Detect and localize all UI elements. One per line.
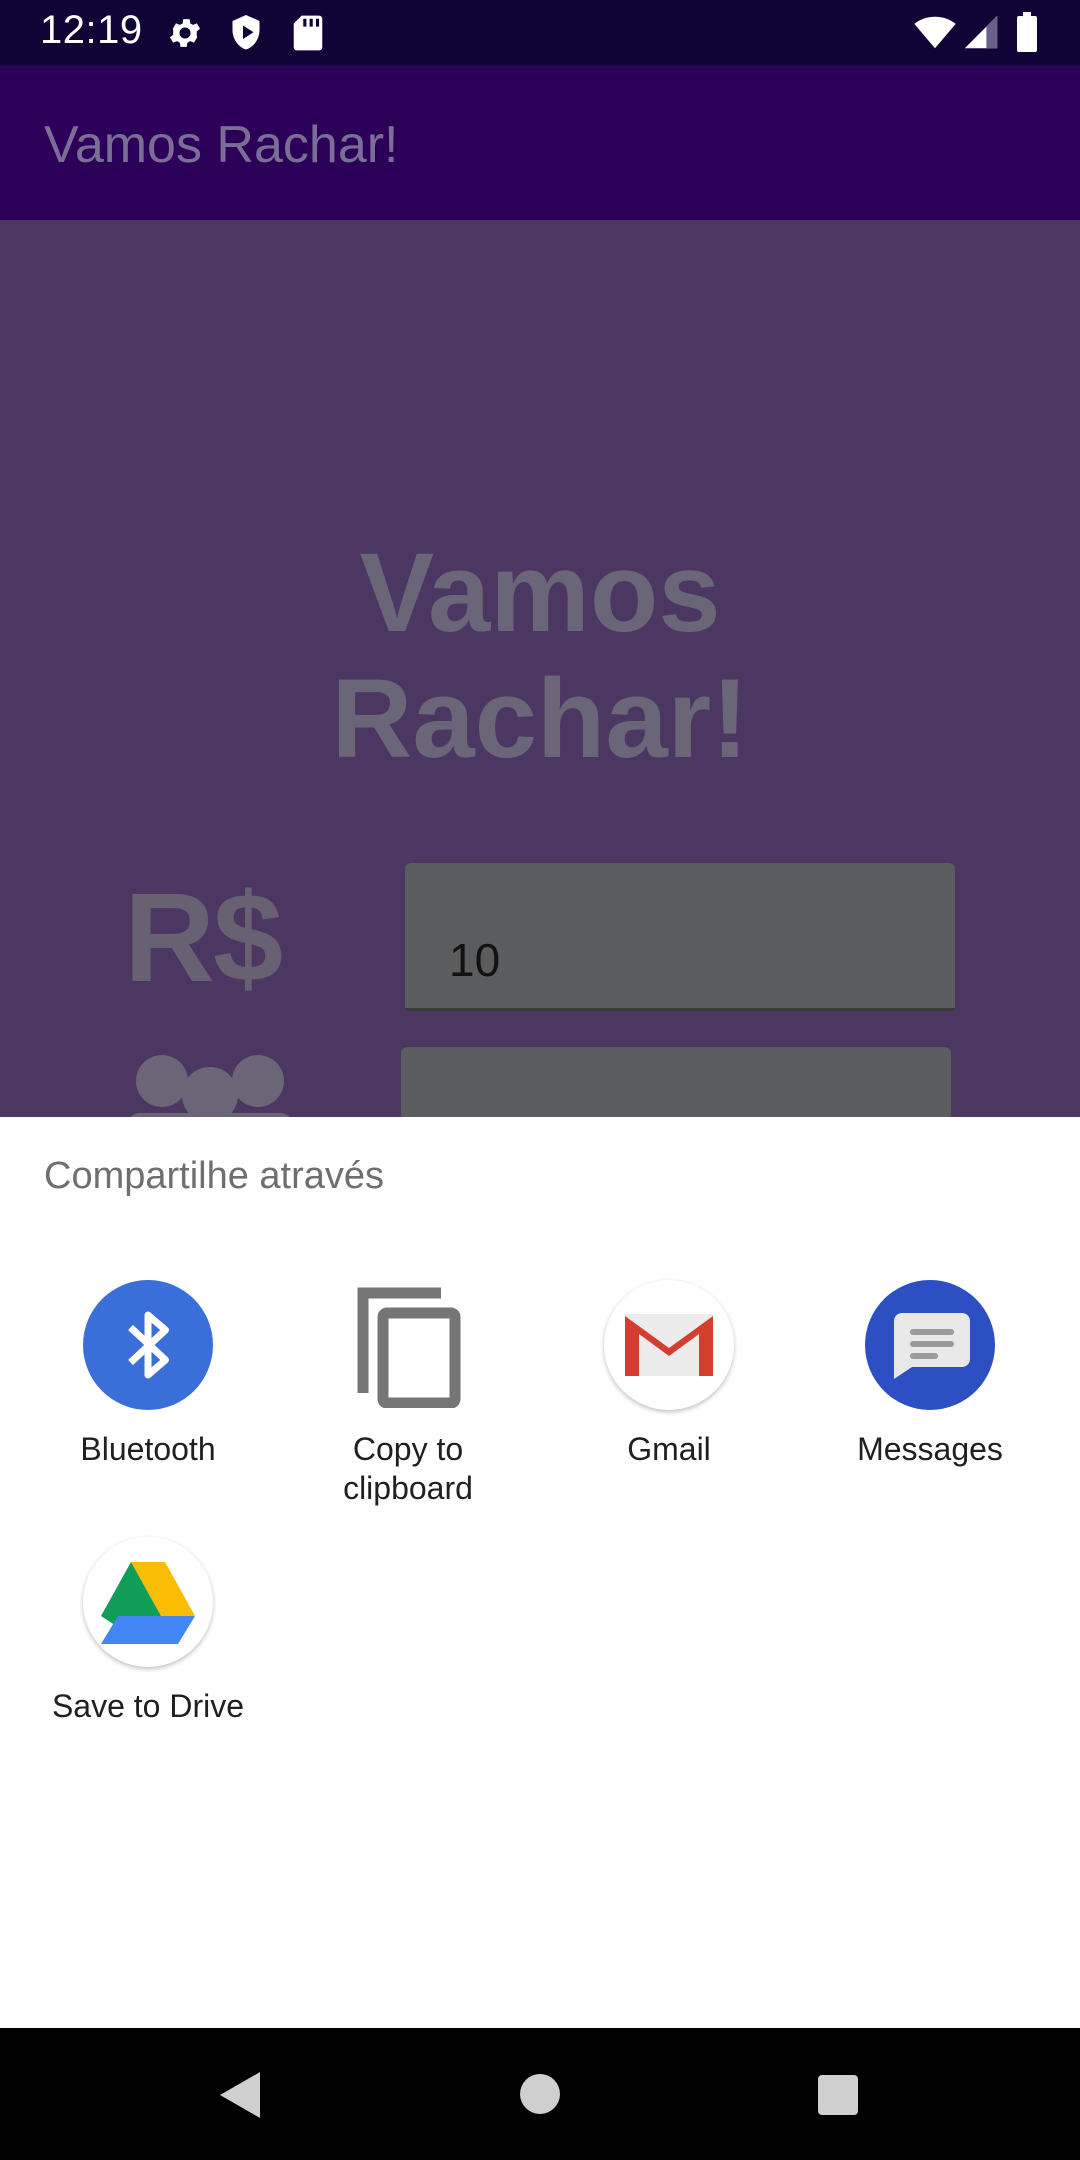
share-target-copy-to-clipboard[interactable]: Copy to clipboard [278, 1280, 538, 1508]
share-target-messages[interactable]: Messages [800, 1280, 1060, 1469]
share-target-label-line-1: Copy to [352, 1431, 464, 1467]
share-target-bluetooth[interactable]: Bluetooth [18, 1280, 278, 1469]
shield-play-icon [228, 13, 264, 58]
copy-icon [343, 1280, 473, 1410]
headline-line-2: Rachar! [331, 656, 749, 781]
people-icon [126, 1043, 294, 1117]
bluetooth-icon [83, 1280, 213, 1410]
share-target-label: Save to Drive [51, 1688, 245, 1724]
share-target-label: Gmail [627, 1431, 711, 1467]
recents-button[interactable] [816, 2073, 860, 2122]
wifi-icon [913, 14, 957, 55]
gmail-icon [604, 1280, 734, 1410]
people-input[interactable] [401, 1047, 951, 1117]
navigation-bar [0, 2028, 1080, 2160]
currency-label: R$ [124, 867, 283, 1008]
main-content: Vamos Rachar! R$ 10 [0, 220, 1080, 1117]
status-time: 12:19 [40, 8, 143, 52]
gear-icon [166, 14, 204, 57]
app-bar: Vamos Rachar! [0, 65, 1080, 220]
messages-icon [865, 1280, 995, 1410]
amount-input[interactable]: 10 [405, 863, 955, 1011]
share-target-label: Copy to clipboard [278, 1430, 538, 1508]
headline: Vamos Rachar! [0, 530, 1080, 782]
home-button[interactable] [518, 2072, 562, 2121]
headline-line-1: Vamos [359, 530, 721, 655]
share-target-save-to-drive[interactable]: Save to Drive [18, 1537, 278, 1726]
app-title: Vamos Rachar! [44, 116, 399, 174]
share-sheet: Compartilhe através Bluetooth Copy to cl… [0, 1117, 1080, 2028]
share-target-label: Messages [857, 1431, 1003, 1467]
drive-icon [83, 1537, 213, 1667]
sd-card-icon [292, 14, 324, 57]
status-bar: 12:19 [0, 0, 1080, 65]
amount-value: 10 [449, 934, 501, 986]
battery-icon [1015, 12, 1039, 57]
cell-signal-icon [963, 14, 999, 55]
back-button[interactable] [218, 2070, 262, 2125]
share-target-gmail[interactable]: Gmail [539, 1280, 799, 1469]
share-target-label: Bluetooth [80, 1431, 216, 1467]
share-target-label-line-2: clipboard [343, 1470, 473, 1506]
share-sheet-title: Compartilhe através [44, 1155, 385, 1197]
